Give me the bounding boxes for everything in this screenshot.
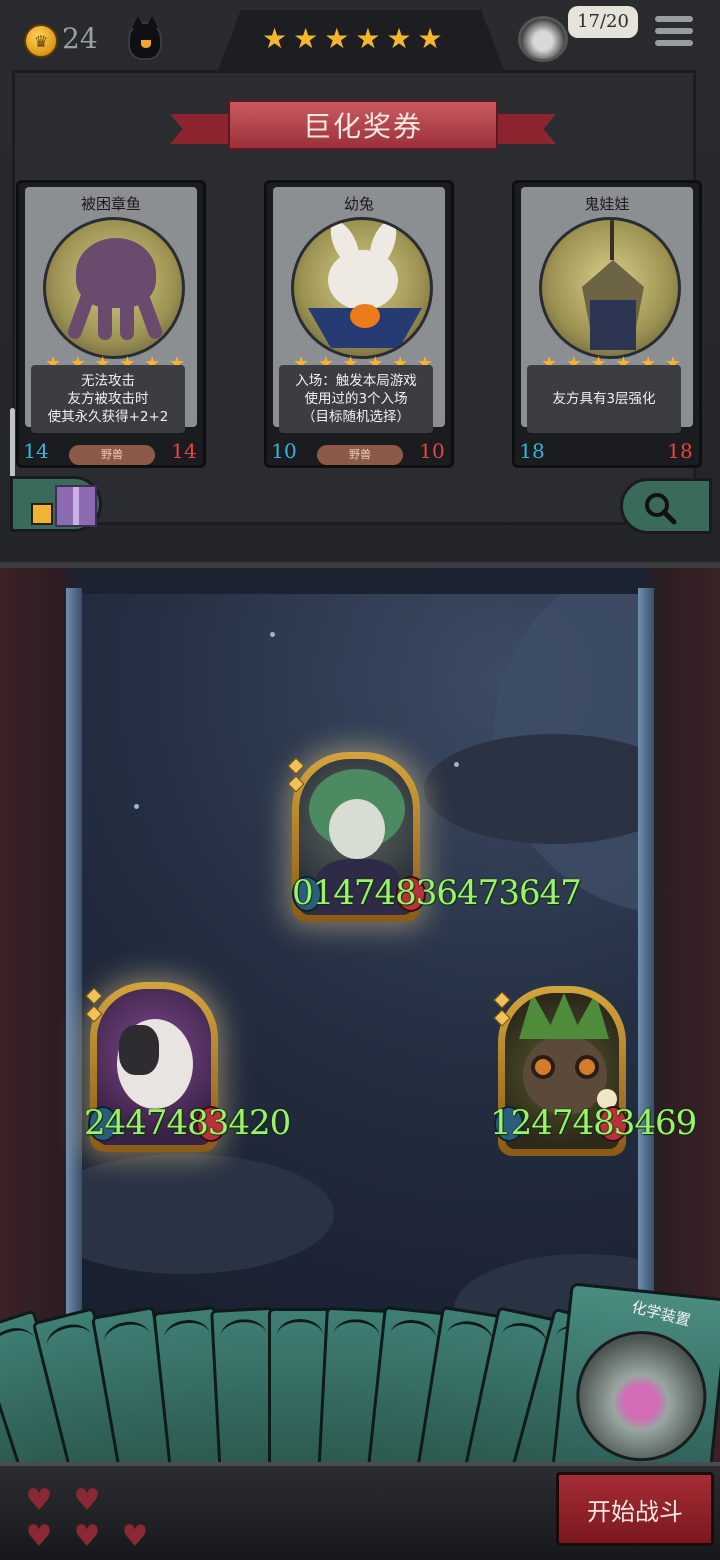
- hearts-panel: ♥ ♥ ♥ ♥ ♥: [20, 1486, 160, 1556]
- card-description: 友方具有3层强化: [527, 365, 681, 433]
- card-name: 幼兔: [343, 195, 374, 213]
- star-icon: ★: [262, 22, 288, 55]
- octopus-art: [43, 217, 185, 359]
- unit-value: 01474836473647: [292, 873, 582, 913]
- card-name: 化学装置: [629, 1297, 693, 1330]
- gift-button[interactable]: [10, 476, 102, 532]
- lives-counter: 17/20: [568, 6, 638, 38]
- flask-art: [569, 1324, 713, 1468]
- arrow-badge-icon: [31, 503, 53, 525]
- search-button[interactable]: [620, 478, 712, 534]
- player-avatar[interactable]: [518, 16, 568, 62]
- rabbit-art: [291, 217, 433, 359]
- heart-icon: ♥: [73, 1483, 101, 1518]
- gift-icon: [55, 485, 97, 527]
- star-icon: ★: [417, 22, 443, 55]
- unit-value: 2447483420: [84, 1103, 291, 1143]
- card-attack: 14: [23, 439, 49, 463]
- coin-icon: ♛: [24, 24, 58, 58]
- shop-card-octopus[interactable]: 被困章鱼 ★ ★ ★ ★ ★ ★ 无法攻击 友方被攻击时 使其永久获得+2+2 14 野…: [16, 180, 206, 468]
- star-rating: ★ ★ ★ ★ ★ ★: [262, 22, 443, 56]
- banner-title: 巨化奖券: [228, 100, 498, 150]
- unit-value: 1247483469: [490, 1103, 697, 1143]
- top-bar: ♛ 24 ★ ★ ★ ★ ★ ★ 17/20: [0, 0, 720, 70]
- card-attack: 18: [519, 439, 545, 463]
- start-battle-button[interactable]: 开始战斗: [556, 1472, 714, 1546]
- crow-icon[interactable]: [128, 16, 162, 60]
- heart-icon: ♥: [121, 1519, 149, 1554]
- card-health: 18: [667, 439, 693, 463]
- heart-icon: ♥: [25, 1519, 53, 1554]
- heart-icon: ♥: [25, 1483, 53, 1518]
- card-description: 无法攻击 友方被攻击时 使其永久获得+2+2: [31, 365, 185, 433]
- card-health: 14: [171, 439, 197, 463]
- card-tribe-tag: 野兽: [69, 445, 155, 465]
- shop-card-rabbit[interactable]: 幼兔 ★ ★ ★ ★ ★ ★ 入场：触发本局游戏 使用过的3个入场 （目标随机选择） 1…: [264, 180, 454, 468]
- heart-icon: ♥: [73, 1519, 101, 1554]
- card-name: 鬼娃娃: [584, 195, 630, 213]
- shop-card-ghost-doll[interactable]: 鬼娃娃 ★ ★ ★ ★ ★ ★ 友方具有3层强化 18 18: [512, 180, 702, 468]
- card-description: 入场：触发本局游戏 使用过的3个入场 （目标随机选择）: [279, 365, 433, 433]
- star-icon: ★: [324, 22, 350, 55]
- shop-banner: 巨化奖券: [170, 100, 556, 152]
- card-health: 10: [419, 439, 445, 463]
- star-icon: ★: [293, 22, 319, 55]
- search-icon: [645, 493, 677, 525]
- scrollbar[interactable]: [10, 408, 15, 478]
- gold-count: 24: [62, 22, 98, 55]
- ghost-doll-art: [539, 217, 681, 359]
- star-icon: ★: [355, 22, 381, 55]
- star-icon: ★: [386, 22, 412, 55]
- card-tribe-tag: 野兽: [317, 445, 403, 465]
- menu-icon[interactable]: [655, 16, 693, 52]
- shop-panel: ♛ 24 ★ ★ ★ ★ ★ ★ 17/20 巨化奖券 被困章鱼 ★ ★ ★ ★…: [0, 0, 720, 568]
- card-attack: 10: [271, 439, 297, 463]
- card-name: 被困章鱼: [80, 195, 141, 213]
